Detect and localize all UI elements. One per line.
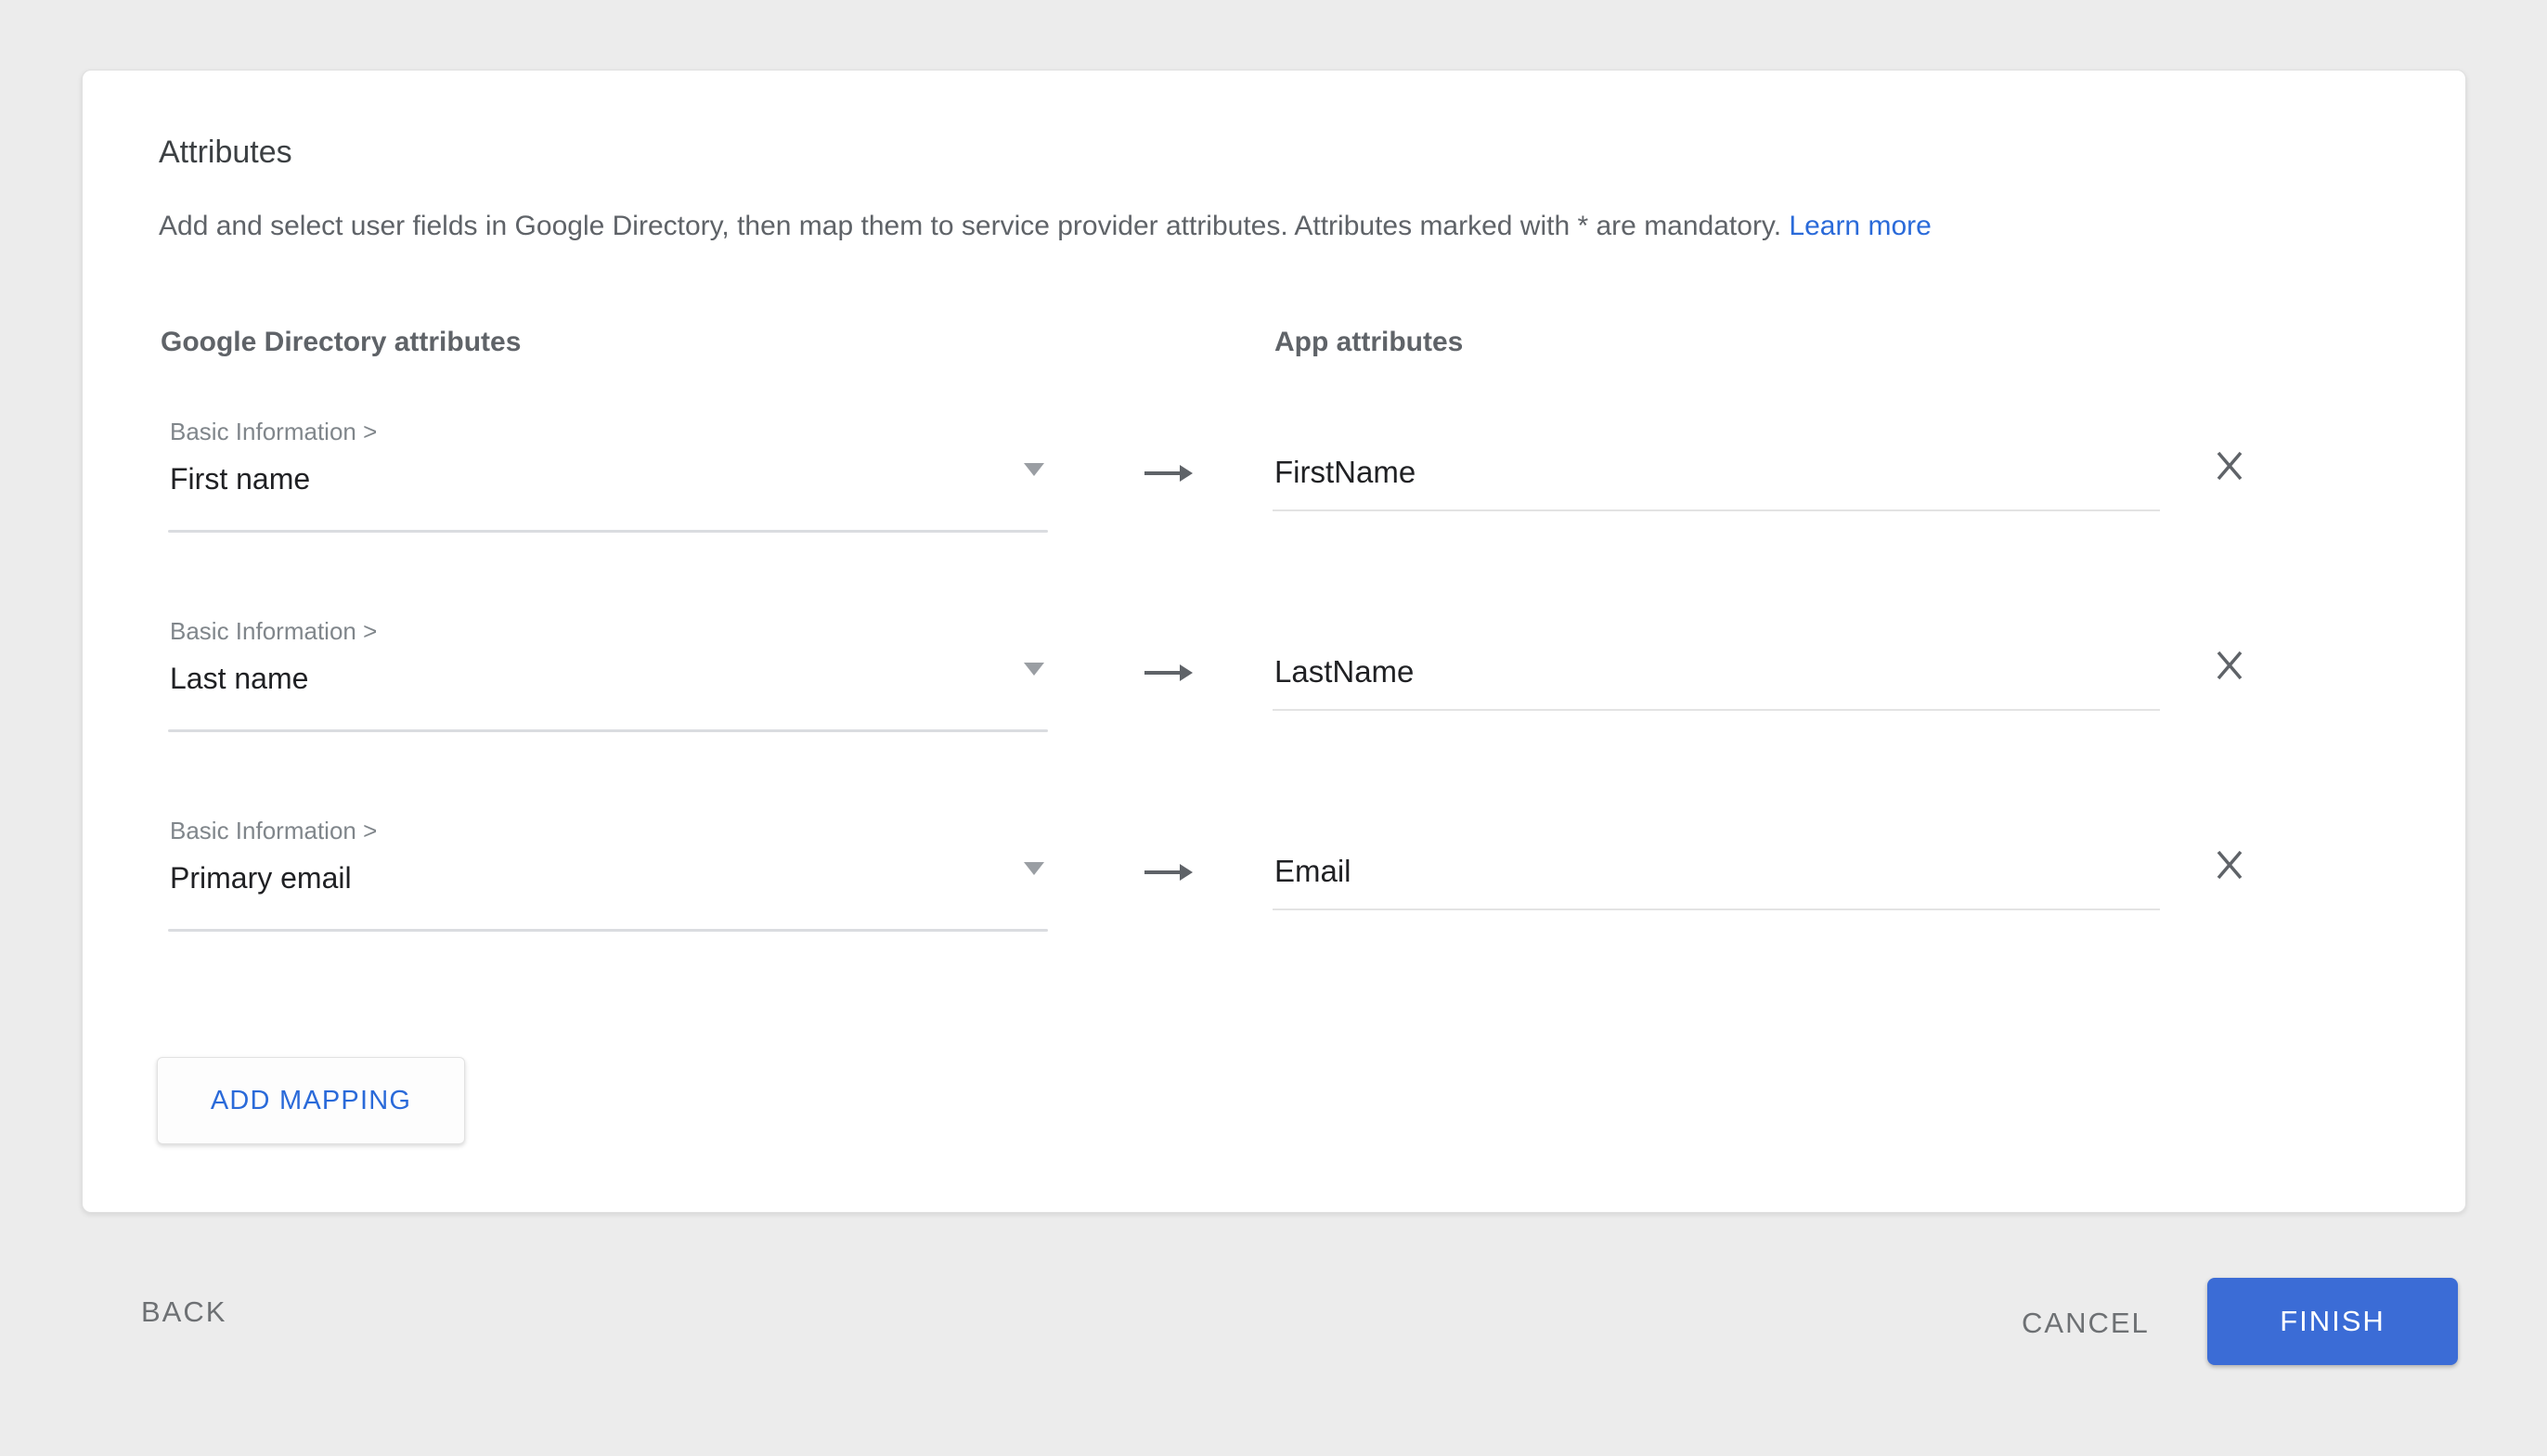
select-underline bbox=[168, 530, 1048, 533]
close-icon[interactable] bbox=[2210, 446, 2249, 485]
attribute-mapping-page: Attributes Add and select user fields in… bbox=[0, 0, 2547, 1456]
google-directory-attribute-select[interactable]: Basic Information > Last name bbox=[168, 616, 1048, 735]
attribute-mapping-row: Basic Information > Last name bbox=[83, 616, 2465, 816]
chevron-down-icon bbox=[1024, 463, 1044, 476]
learn-more-link[interactable]: Learn more bbox=[1789, 211, 1931, 241]
google-attribute-value: First name bbox=[170, 459, 310, 498]
column-header-app-attributes: App attributes bbox=[1274, 327, 1463, 358]
attributes-card: Attributes Add and select user fields in… bbox=[82, 70, 2466, 1213]
attribute-category-label: Basic Information > bbox=[170, 816, 377, 845]
back-button[interactable]: BACK bbox=[141, 1295, 226, 1329]
google-directory-attribute-select[interactable]: Basic Information > First name bbox=[168, 417, 1048, 535]
google-attribute-value: Last name bbox=[170, 659, 308, 698]
page-title: Attributes bbox=[159, 132, 292, 173]
attribute-category-label: Basic Information > bbox=[170, 616, 377, 646]
arrow-right-icon bbox=[1143, 858, 1195, 886]
chevron-down-icon bbox=[1024, 862, 1044, 875]
description-text: Add and select user fields in Google Dir… bbox=[159, 211, 1781, 241]
select-underline bbox=[168, 929, 1048, 932]
column-header-google-directory: Google Directory attributes bbox=[161, 327, 521, 358]
page-description: Add and select user fields in Google Dir… bbox=[159, 206, 1932, 247]
chevron-down-icon bbox=[1024, 663, 1044, 676]
add-mapping-button[interactable]: ADD MAPPING bbox=[157, 1057, 465, 1144]
close-icon[interactable] bbox=[2210, 646, 2249, 685]
app-attribute-input[interactable] bbox=[1273, 640, 2160, 711]
google-directory-attribute-select[interactable]: Basic Information > Primary email bbox=[168, 816, 1048, 934]
app-attribute-input[interactable] bbox=[1273, 441, 2160, 511]
finish-label: FINISH bbox=[2280, 1305, 2385, 1338]
attribute-mapping-row: Basic Information > Primary email bbox=[83, 816, 2465, 1015]
cancel-button[interactable]: CANCEL bbox=[2022, 1307, 2150, 1340]
arrow-right-icon bbox=[1143, 659, 1195, 687]
arrow-right-icon bbox=[1143, 459, 1195, 487]
add-mapping-label: ADD MAPPING bbox=[211, 1086, 411, 1116]
finish-button[interactable]: FINISH bbox=[2207, 1278, 2458, 1365]
app-attribute-input[interactable] bbox=[1273, 840, 2160, 910]
close-icon[interactable] bbox=[2210, 845, 2249, 884]
attribute-mapping-row: Basic Information > First name bbox=[83, 417, 2465, 616]
attribute-category-label: Basic Information > bbox=[170, 417, 377, 446]
select-underline bbox=[168, 729, 1048, 732]
google-attribute-value: Primary email bbox=[170, 858, 352, 897]
